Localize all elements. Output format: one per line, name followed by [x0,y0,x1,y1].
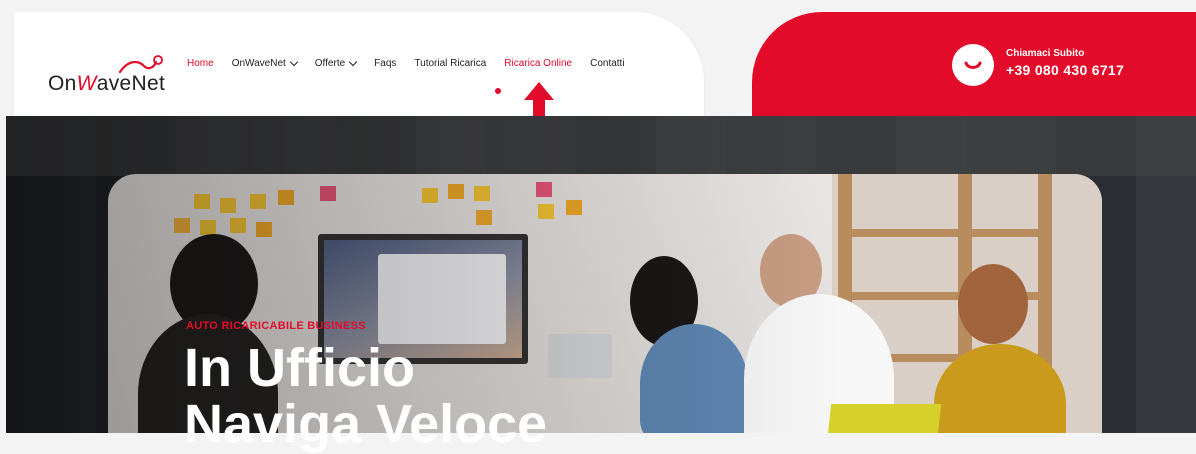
menu-item-contatti[interactable]: Contatti [590,58,624,69]
menu-item-offerte[interactable]: Offerte [315,57,358,69]
call-card[interactable]: Chiamaci Subito +39 080 430 6717 [752,12,1196,120]
call-phone-number[interactable]: +39 080 430 6717 [1006,62,1124,78]
main-menu: Home OnWaveNet Offerte Faqs Tutorial Ric… [187,57,643,69]
logo[interactable]: OnWaveNet [48,54,188,102]
chevron-down-icon [289,57,299,67]
phone-icon [952,44,994,86]
hero-title-line1: In Ufficio [184,338,415,398]
hero-title-line2: Naviga Veloce [184,394,548,454]
menu-item-onwavenet[interactable]: OnWaveNet [232,57,299,69]
menu-item-faqs[interactable]: Faqs [374,58,396,69]
menu-item-tutorial-ricarica[interactable]: Tutorial Ricarica [414,58,486,69]
menu-item-home[interactable]: Home [187,58,214,69]
chevron-down-icon [348,57,358,67]
active-indicator-dot [495,88,501,94]
menu-item-ricarica-online[interactable]: Ricarica Online [504,58,572,69]
hero-tagline: AUTO RICARICABILE BUSINESS [186,320,366,332]
call-label: Chiamaci Subito [1006,48,1085,59]
logo-text: OnWaveNet [48,72,166,95]
